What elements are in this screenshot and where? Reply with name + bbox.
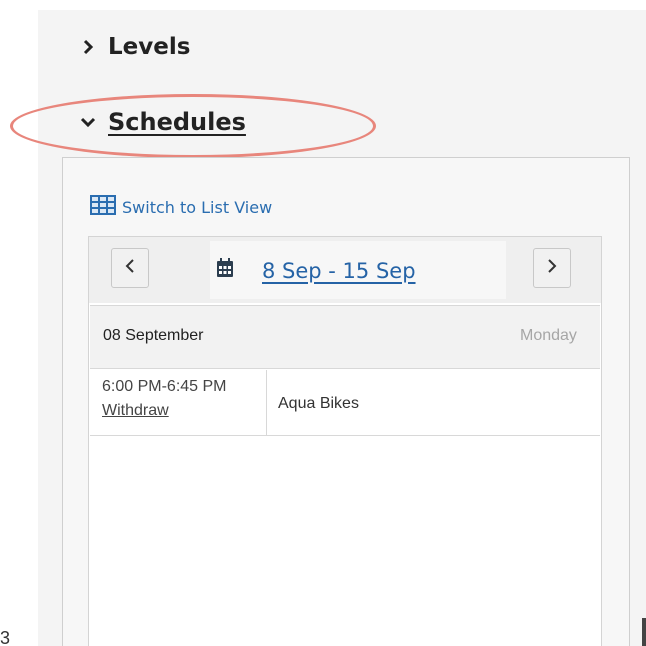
withdraw-link[interactable]: Withdraw — [102, 402, 169, 420]
next-week-button[interactable] — [533, 248, 571, 288]
edge-divider — [642, 618, 646, 646]
day-weekday: Monday — [520, 327, 577, 344]
date-range-link[interactable]: 8 Sep - 15 Sep — [262, 259, 416, 283]
previous-week-button[interactable] — [111, 248, 149, 288]
calendar-icon — [216, 258, 234, 283]
switch-view-label: Switch to List View — [122, 197, 273, 217]
levels-label: Levels — [108, 34, 191, 60]
table-icon — [90, 195, 116, 219]
chevron-right-icon — [80, 35, 96, 59]
day-date: 08 September — [103, 327, 204, 344]
event-divider — [266, 370, 267, 436]
event-name: Aqua Bikes — [278, 395, 359, 412]
page-number: 3 — [0, 628, 11, 646]
chevron-down-icon — [80, 110, 96, 134]
chevron-left-icon — [124, 258, 136, 279]
date-range: 8 Sep - 15 Sep — [216, 258, 416, 283]
schedules-section-toggle[interactable]: Schedules — [80, 108, 246, 136]
event-time: 6:00 PM-6:45 PM — [102, 378, 227, 395]
switch-to-list-view-link[interactable]: Switch to List View — [90, 195, 272, 219]
levels-section-toggle[interactable]: Levels — [80, 34, 190, 60]
chevron-right-icon — [546, 258, 558, 279]
schedules-label: Schedules — [108, 108, 246, 136]
